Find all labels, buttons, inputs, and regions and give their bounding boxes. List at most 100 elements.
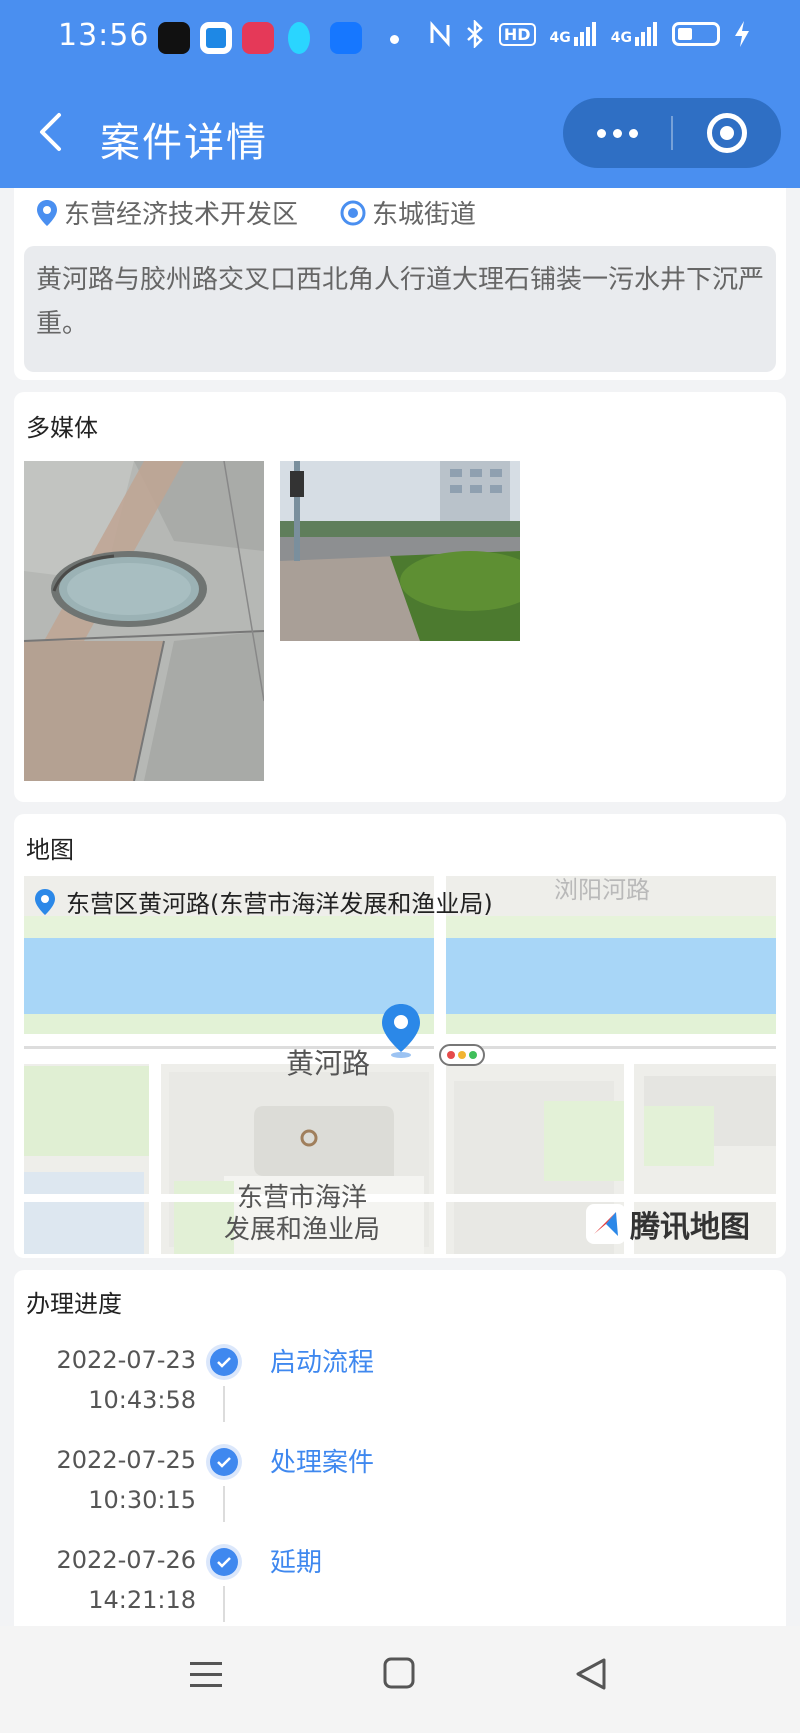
menu-button[interactable] bbox=[188, 1656, 232, 1700]
location-pin-icon bbox=[35, 888, 55, 915]
close-capsule-button[interactable] bbox=[673, 98, 781, 168]
status-time: 13:56 bbox=[58, 18, 150, 53]
district-tag: 东营经济技术开发区 bbox=[36, 194, 298, 231]
check-icon bbox=[210, 1448, 238, 1476]
more-button[interactable] bbox=[563, 98, 672, 168]
street-corner-photo bbox=[280, 461, 520, 641]
signal-2: 4G bbox=[611, 22, 658, 46]
timeline-item: 2022-07-23 10:43:58 启动流程 bbox=[14, 1340, 786, 1440]
system-back-button[interactable] bbox=[574, 1656, 618, 1700]
bluetooth-icon bbox=[467, 20, 483, 48]
sunken-manhole-photo bbox=[24, 461, 264, 781]
poi-line-1: 东营市海洋 bbox=[237, 1183, 368, 1213]
progress-card: 办理进度 2022-07-23 10:43:58 启动流程 2022-07-25… bbox=[14, 1270, 786, 1626]
description-text: 黄河路与胶州路交叉口西北角人行道大理石铺装一污水井下沉严重。 bbox=[36, 265, 765, 339]
menu-icon bbox=[190, 1662, 222, 1687]
media-photo-1[interactable] bbox=[24, 461, 264, 781]
timeline-time: 10:30:15 bbox=[88, 1486, 196, 1514]
app-notification-icon bbox=[200, 22, 232, 54]
nav-bar: 案件详情 bbox=[0, 92, 800, 176]
district-label: 东营经济技术开发区 bbox=[64, 200, 299, 230]
light-red bbox=[447, 1051, 455, 1059]
timeline-date: 2022-07-25 bbox=[56, 1446, 196, 1474]
timeline-item: 2022-07-26 14:21:18 延期 bbox=[14, 1540, 786, 1640]
location-target-icon bbox=[340, 200, 366, 225]
timeline-item: 2022-07-25 10:30:15 处理案件 bbox=[14, 1440, 786, 1540]
timeline-dot bbox=[206, 1344, 242, 1380]
more-icon-dot bbox=[613, 128, 622, 138]
alipay-notification-icon bbox=[330, 22, 362, 54]
timeline-label[interactable]: 处理案件 bbox=[270, 1442, 374, 1479]
chat-notification-icon bbox=[288, 22, 310, 54]
close-capsule-icon bbox=[707, 113, 747, 153]
map-road-label-main: 黄河路 bbox=[286, 1047, 371, 1080]
home-button[interactable] bbox=[382, 1656, 426, 1700]
timeline-time: 14:21:18 bbox=[88, 1586, 196, 1614]
dot-indicator-icon bbox=[390, 35, 399, 44]
back-icon bbox=[40, 113, 61, 151]
timeline-label[interactable]: 启动流程 bbox=[270, 1342, 374, 1379]
media-card: 多媒体 bbox=[14, 392, 786, 802]
nfc-icon bbox=[430, 21, 450, 47]
progress-title: 办理进度 bbox=[26, 1290, 122, 1318]
timeline-dot bbox=[206, 1444, 242, 1480]
case-description: 黄河路与胶州路交叉口西北角人行道大理石铺装一污水井下沉严重。 bbox=[24, 246, 776, 372]
back-button[interactable] bbox=[28, 110, 72, 154]
system-nav-bar bbox=[0, 1626, 800, 1733]
timeline-datetime: 2022-07-23 10:43:58 bbox=[57, 1340, 196, 1420]
status-icons: HD 4G 4G bbox=[429, 20, 750, 48]
timeline-dot bbox=[206, 1544, 242, 1580]
map-road-label-top: 浏阳河路 bbox=[554, 876, 650, 904]
map-address: 东营区黄河路(东营市海洋发展和渔业局) bbox=[34, 884, 493, 919]
timeline-date: 2022-07-23 bbox=[56, 1346, 196, 1374]
network-type-2: 4G bbox=[610, 30, 632, 46]
map-address-text: 东营区黄河路(东营市海洋发展和渔业局) bbox=[66, 890, 493, 918]
map-brand: 腾讯地图 bbox=[586, 1202, 750, 1246]
more-icon-dot bbox=[629, 128, 638, 138]
timeline-connector bbox=[223, 1586, 225, 1622]
signal-1: 4G bbox=[550, 22, 597, 46]
timeline-connector bbox=[223, 1486, 225, 1522]
check-glyph bbox=[217, 1557, 231, 1568]
traffic-light-icon bbox=[439, 1044, 485, 1066]
timeline-label[interactable]: 延期 bbox=[270, 1542, 322, 1579]
map-canvas bbox=[24, 876, 776, 1254]
check-icon bbox=[210, 1548, 238, 1576]
map-marker-icon bbox=[382, 1004, 420, 1058]
timeline-datetime: 2022-07-25 10:30:15 bbox=[57, 1440, 196, 1520]
video-notification-icon bbox=[242, 22, 274, 54]
hd-badge: HD bbox=[498, 22, 536, 46]
check-glyph bbox=[217, 1457, 231, 1468]
light-yellow bbox=[458, 1051, 466, 1059]
map-title: 地图 bbox=[26, 836, 74, 864]
miniprogram-capsule bbox=[563, 98, 781, 168]
map-view[interactable]: 东营区黄河路(东营市海洋发展和渔业局) 浏阳河路 黄河路 东营市海洋 发展和渔业… bbox=[24, 876, 776, 1254]
signal-bars-icon bbox=[573, 22, 596, 46]
tiktok-notification-icon bbox=[158, 22, 190, 54]
light-green bbox=[469, 1051, 477, 1059]
check-glyph bbox=[217, 1357, 231, 1368]
close-capsule-icon-center bbox=[720, 126, 734, 140]
back-triangle-icon bbox=[576, 1658, 606, 1690]
network-type-1: 4G bbox=[549, 30, 571, 46]
location-pin-icon bbox=[37, 199, 57, 226]
poi-line-2: 发展和渔业局 bbox=[224, 1215, 381, 1245]
map-marker bbox=[379, 1002, 423, 1064]
charging-icon bbox=[735, 21, 749, 47]
more-icon bbox=[597, 128, 606, 138]
map-brand-text: 腾讯地图 bbox=[630, 1210, 750, 1245]
media-title: 多媒体 bbox=[26, 414, 98, 442]
timeline-connector bbox=[223, 1386, 225, 1422]
home-icon bbox=[383, 1657, 415, 1689]
media-photo-2[interactable] bbox=[280, 461, 520, 641]
street-tag: 东城街道 bbox=[340, 194, 476, 231]
timeline-time: 10:43:58 bbox=[88, 1386, 196, 1414]
signal-bars-icon bbox=[635, 22, 657, 46]
status-bar: 13:56 HD 4G 4G bbox=[0, 0, 800, 80]
tencent-map-logo-icon bbox=[586, 1204, 626, 1244]
check-icon bbox=[210, 1348, 238, 1376]
battery-icon bbox=[672, 22, 720, 46]
map-card: 地图 东营区黄河路(东营市海洋发展和渔业局) 浏阳河路 黄河路 东营市海洋 发展… bbox=[14, 814, 786, 1258]
street-label: 东城街道 bbox=[372, 200, 477, 230]
app-header: 13:56 HD 4G 4G 案件详情 bbox=[0, 0, 800, 188]
